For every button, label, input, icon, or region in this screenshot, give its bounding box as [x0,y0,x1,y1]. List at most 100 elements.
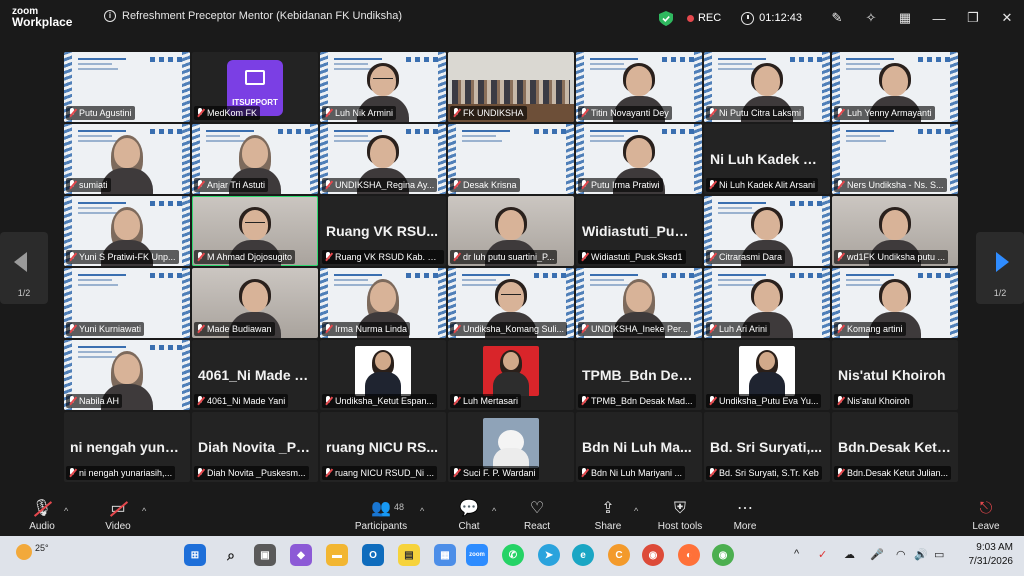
chat-options-caret[interactable]: ^ [492,506,496,516]
participant-tile[interactable]: Yuni S Pratiwi-FK Unp... [64,196,190,266]
share-options-caret[interactable]: ^ [634,506,638,516]
app-c-icon[interactable]: C [608,544,630,566]
info-icon[interactable]: i [104,10,116,22]
zoom-taskbar-icon[interactable]: zoom [466,544,488,566]
more-button[interactable]: ⋯ More [728,492,762,536]
search-icon[interactable]: ⌕ [220,544,242,566]
participant-tile[interactable]: Ni Luh Kadek Al... Ni Luh Kadek Alit Arsa… [704,124,830,194]
start-icon[interactable]: ⊞ [184,544,206,566]
leave-button[interactable]: ⎋ Leave [968,492,1004,536]
firefox-icon[interactable]: ◐ [678,544,700,566]
slide-decoration [438,124,446,194]
share-button[interactable]: ⇪ Share [590,492,626,536]
participant-tile[interactable]: Bd. Sri Suryati,... Bd. Sri Suryati, S.Tr… [704,412,830,482]
ai-sparkle-icon[interactable]: ✧ [854,0,888,36]
participant-tile[interactable]: Titin Novayanti Dey [576,52,702,122]
battery-icon[interactable]: ▭ [934,548,944,561]
participant-tile[interactable]: Ners Undiksha - Ns. S... [832,124,958,194]
speaker-icon[interactable]: 🔊 [914,548,928,561]
participant-tile[interactable]: Undiksha_Ketut Espan... [320,340,446,410]
participant-tile[interactable]: Luh Ari Arini [704,268,830,338]
participants-button[interactable]: 👥 Participants [352,492,410,536]
close-button[interactable]: ✕ [990,0,1024,36]
participant-tile[interactable]: Luh Nik Armini [320,52,446,122]
task-view-icon[interactable]: ▣ [254,544,276,566]
recording-indicator[interactable]: REC [686,12,721,24]
telegram-icon[interactable]: ➤ [538,544,560,566]
participant-tile[interactable]: UNDIKSHA_Ineke Per... [576,268,702,338]
participant-tile[interactable]: sumiati [64,124,190,194]
annotate-icon[interactable]: ✎ [820,0,854,36]
shield-icon[interactable] [658,10,673,26]
participants-options-caret[interactable]: ^ [420,506,424,516]
participant-tile[interactable]: Suci F. P. Wardani [448,412,574,482]
participant-tile[interactable]: Nabila AH [64,340,190,410]
file-explorer-icon[interactable]: ▬ [326,544,348,566]
sticky-notes-icon[interactable]: ▤ [398,544,420,566]
participant-display-name: ruang NICU RS... [326,439,439,455]
react-button[interactable]: ♡ React [518,492,556,536]
participant-tile[interactable]: M Ahmad Djojosugito [192,196,318,266]
participant-tile[interactable]: ITSUPPORT MedKom FK [192,52,318,122]
participant-tile[interactable]: Diah Novita _Pu... Diah Novita _Puskesm..… [192,412,318,482]
participant-tile[interactable]: dr luh putu suartini_P... [448,196,574,266]
participant-tile[interactable]: Ruang VK RSU... Ruang VK RSUD Kab. B... [320,196,446,266]
participant-tile[interactable]: Anjar Tri Astuti [192,124,318,194]
audio-options-caret[interactable]: ^ [64,506,68,516]
taskbar-clock[interactable]: 9:03 AM 7/31/2026 [961,541,1014,569]
participant-tile[interactable]: Komang artini [832,268,958,338]
participant-tile[interactable]: Desak Krisna [448,124,574,194]
participant-tile[interactable]: Undiksha_Komang Suli... [448,268,574,338]
tray-app-icon[interactable]: ✓ [818,548,827,561]
participant-tile[interactable]: Bdn.Desak Ketu... Bdn.Desak Ketut Julian.… [832,412,958,482]
participant-tile[interactable]: Bdn Ni Luh Ma... Bdn Ni Luh Mariyani ... [576,412,702,482]
view-grid-icon[interactable]: ▦ [888,0,922,36]
next-page-button[interactable]: 1/2 [976,232,1024,304]
whatsapp-icon[interactable]: ✆ [502,544,524,566]
participant-tile[interactable]: wd1FK Undiksha putu ... [832,196,958,266]
cloud-icon[interactable]: ☁ [844,548,855,561]
calendar-app-icon[interactable]: ▦ [434,544,456,566]
participant-tile[interactable]: Putu Irma Pratiwi [576,124,702,194]
weather-widget[interactable]: 25° [16,543,49,560]
participant-tile[interactable]: Made Budiawan [192,268,318,338]
audio-button[interactable]: 🎙 Audio [22,492,62,536]
photo-head [503,352,519,370]
participant-tile[interactable]: UNDIKSHA_Regina Ay... [320,124,446,194]
participant-tile[interactable]: Irma Nurma Linda [320,268,446,338]
outlook-icon[interactable]: O [362,544,384,566]
mic-muted-icon [196,252,204,262]
participant-name: Ners Undiksha - Ns. S... [847,180,944,190]
participant-tile[interactable]: Putu Agustini [64,52,190,122]
chrome-icon[interactable]: ◉ [642,544,664,566]
participant-tile[interactable]: Widiastuti_Pusk... Widiastuti_Pusk.Sksd1 [576,196,702,266]
edge-icon[interactable]: e [572,544,594,566]
participant-tile[interactable]: Luh Mertasari [448,340,574,410]
meeting-info[interactable]: i Refreshment Preceptor Mentor (Kebidana… [104,10,402,22]
mic-tray-icon[interactable]: 🎤 [870,548,884,561]
restore-button[interactable]: ❐ [956,0,990,36]
participant-tile[interactable]: Citrarasmi Dara [704,196,830,266]
slide-decoration [950,52,958,122]
host-tools-button[interactable]: ⛨ Host tools [654,492,706,536]
participant-tile[interactable]: TPMB_Bdn Des... TPMB_Bdn Desak Mad... [576,340,702,410]
participant-tile[interactable]: FK UNDIKSHA [448,52,574,122]
participant-tile[interactable]: Undiksha_Putu Eva Yu... [704,340,830,410]
participant-tile[interactable]: ni nengah yuna... ni nengah yunariasih,..… [64,412,190,482]
participant-tile[interactable]: Ni Putu Citra Laksmi [704,52,830,122]
participant-tile[interactable]: Luh Yenny Armayanti [832,52,958,122]
slide-logos [150,345,184,350]
chrome-profile-icon[interactable]: ◉ [712,544,734,566]
participant-tile[interactable]: Nis'atul Khoiroh Nis'atul Khoiroh [832,340,958,410]
wifi-icon[interactable]: ◠ [896,548,906,561]
video-button[interactable]: ▭ Video [98,492,138,536]
video-options-caret[interactable]: ^ [142,506,146,516]
tray-overflow-icon[interactable]: ^ [794,548,799,560]
participant-tile[interactable]: Yuni Kurniawati [64,268,190,338]
chat-button[interactable]: 💬 Chat [452,492,486,536]
previous-page-button[interactable]: 1/2 [0,232,48,304]
participant-tile[interactable]: 4061_Ni Made Y... 4061_Ni Made Yani [192,340,318,410]
copilot-icon[interactable]: ◆ [290,544,312,566]
participant-tile[interactable]: ruang NICU RS... ruang NICU RSUD_Ni ... [320,412,446,482]
minimize-button[interactable]: — [922,0,956,36]
